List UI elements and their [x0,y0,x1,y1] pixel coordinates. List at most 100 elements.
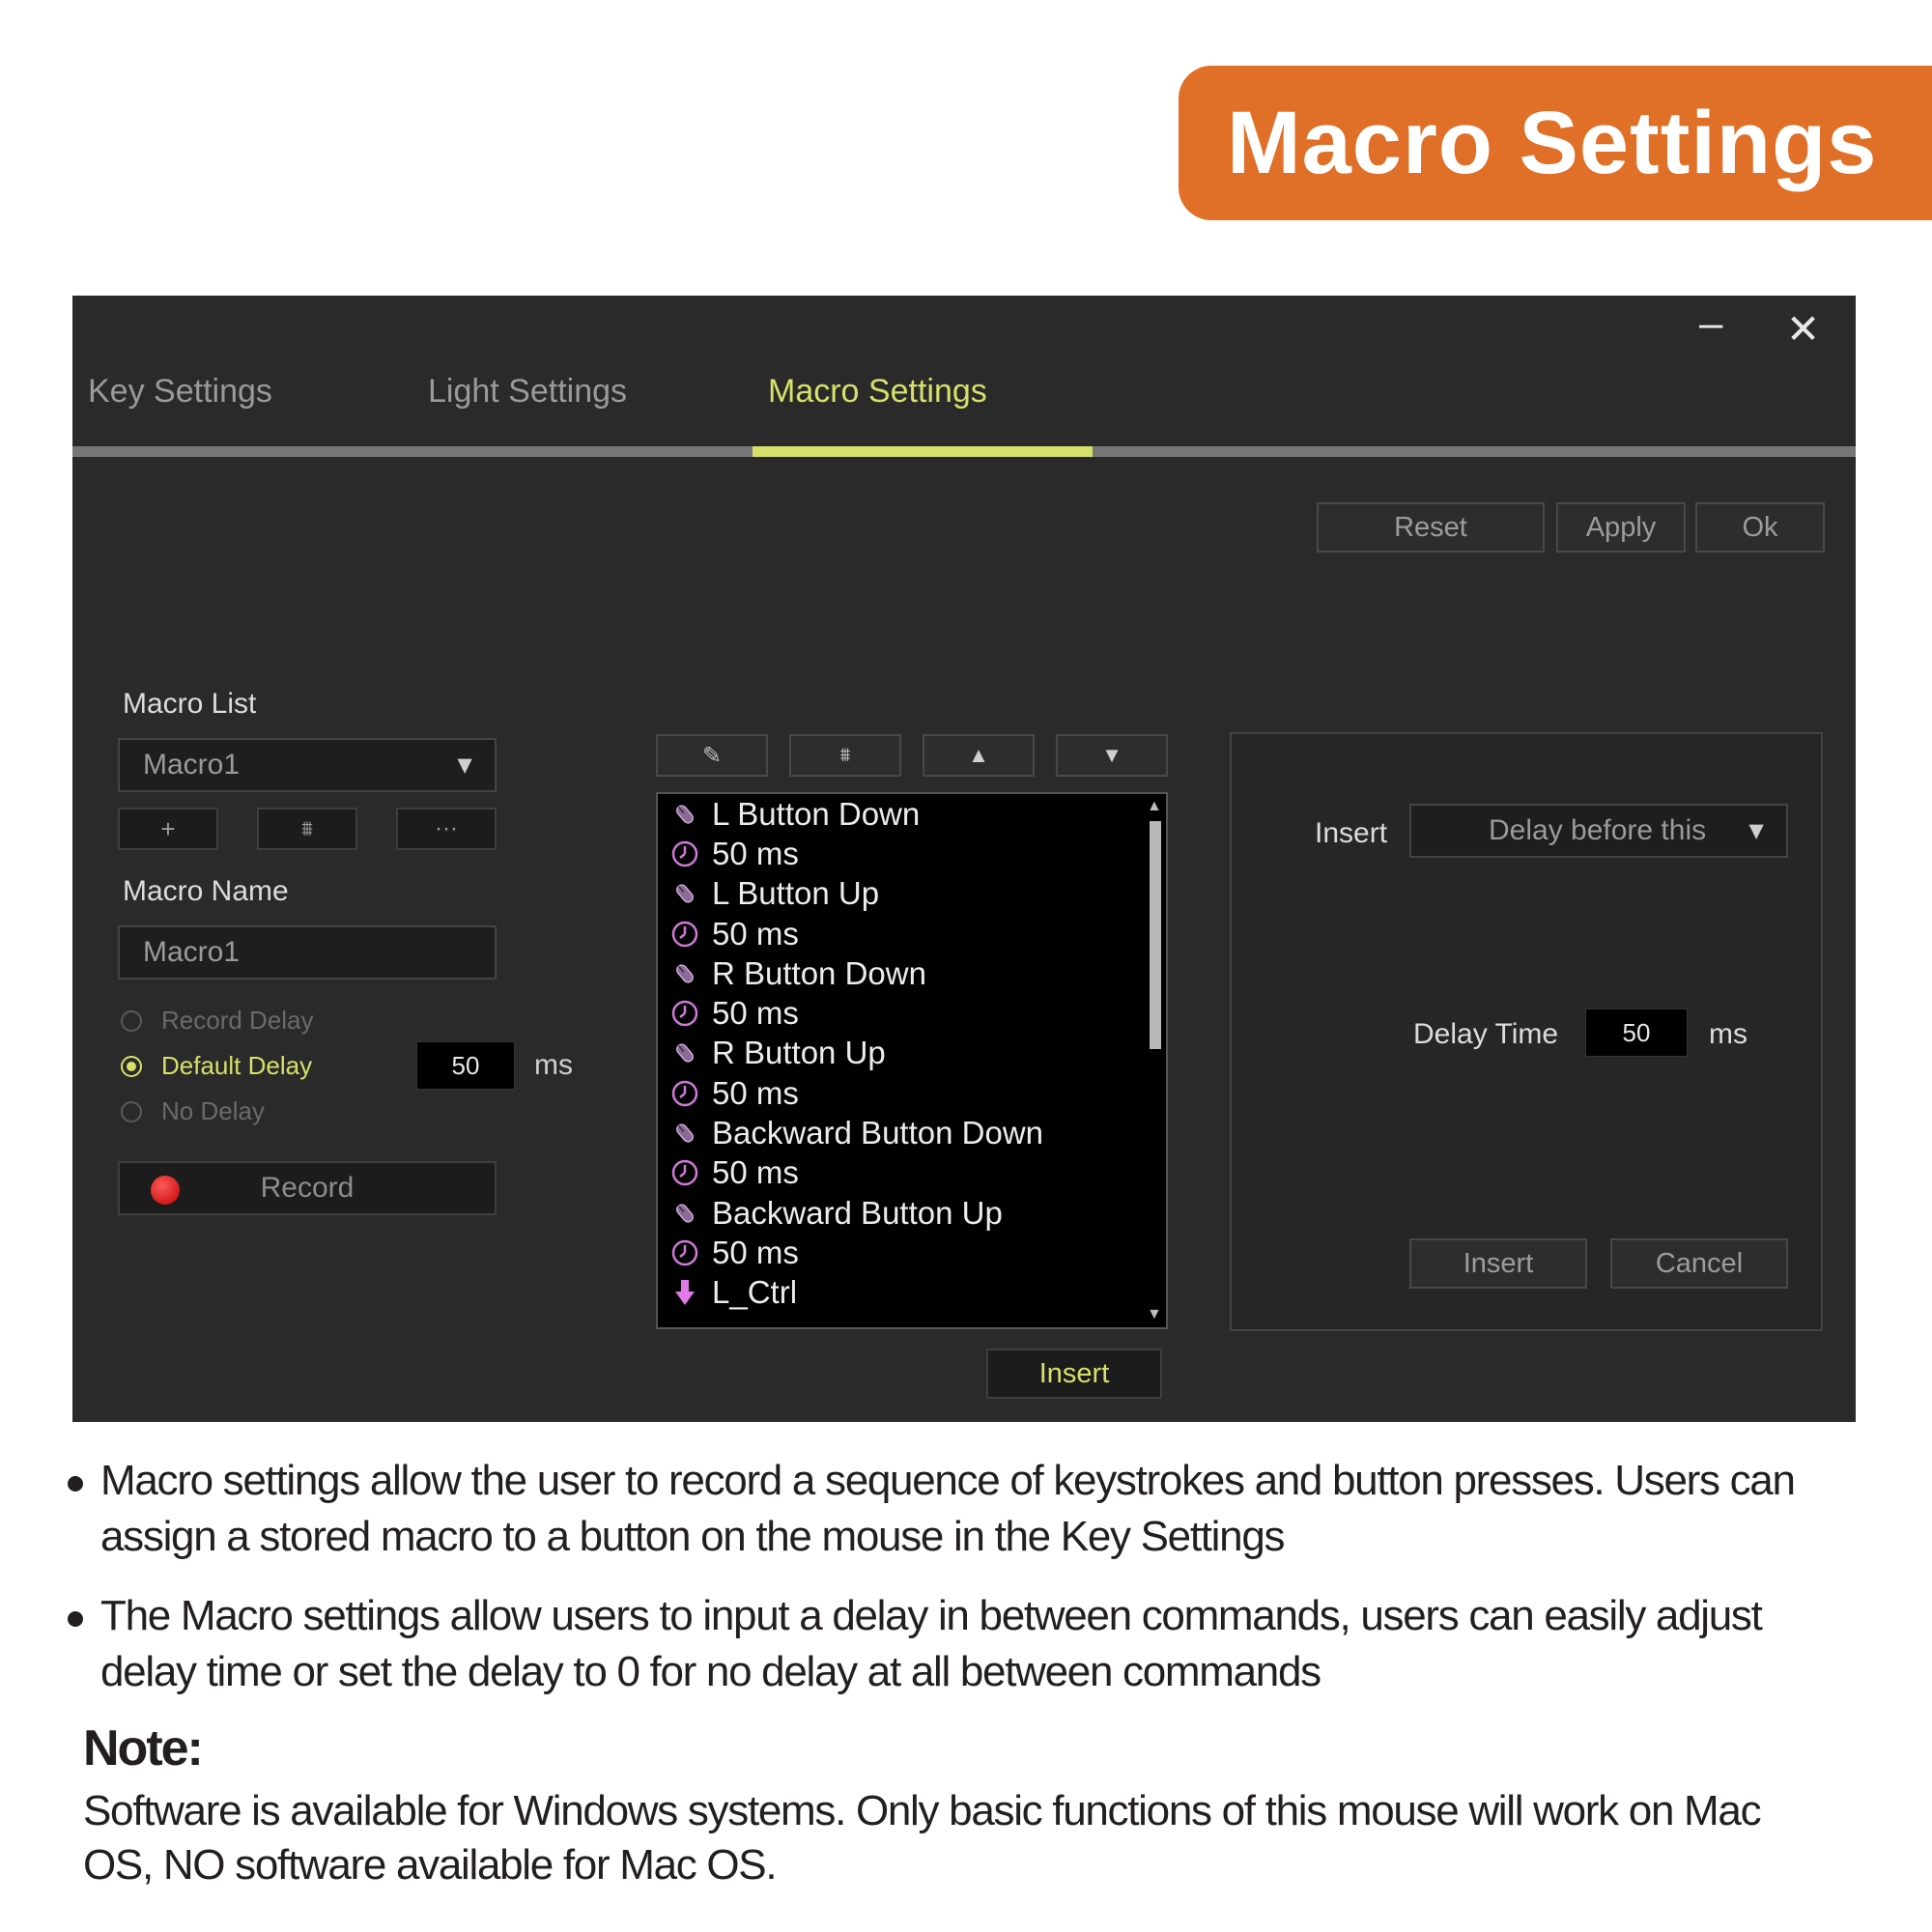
list-item-text: 50 ms [712,1074,799,1111]
record-button[interactable]: Record [118,1161,497,1215]
radio-label: Record Delay [161,1006,314,1035]
radio-no-delay[interactable]: No Delay [121,1096,265,1126]
trash-icon: ⩩ [301,816,313,840]
clock-icon [669,838,700,869]
reset-button[interactable]: Reset [1317,502,1545,553]
bullet-dot [68,1476,83,1492]
bullet-2-line-2: delay time or set the delay to 0 for no … [100,1648,1321,1695]
tab-macro-settings[interactable]: Macro Settings [768,373,987,411]
bullet-dot [68,1611,83,1627]
minimize-button[interactable]: – [1699,302,1722,345]
note-title: Note: [83,1720,204,1776]
radio-label: Default Delay [161,1051,313,1080]
list-item[interactable]: 50 ms [658,1153,1166,1193]
macro-name-value: Macro1 [143,936,241,968]
arrow-down-icon: ▼ [1101,743,1122,767]
macro-name-input[interactable]: Macro1 [118,925,497,980]
clock-icon [669,1237,700,1268]
radio-dot [121,1055,142,1077]
radio-label: No Delay [161,1096,265,1125]
list-item-text: R Button Down [712,954,926,991]
arrow-up-icon: ▲ [968,743,989,767]
mouse-icon [669,958,700,989]
list-item[interactable]: 50 ms [658,1073,1166,1113]
scroll-down-icon[interactable]: ▼ [1147,1306,1162,1323]
list-item-text: R Button Up [712,1035,886,1071]
record-dot-icon [151,1176,180,1205]
macro-list-label: Macro List [123,688,257,720]
list-item[interactable]: Backward Button Down [658,1113,1166,1152]
app-window: – ✕ Key Settings Light Settings Macro Se… [72,296,1856,1422]
radio-default-delay[interactable]: Default Delay [121,1051,312,1081]
ok-button[interactable]: Ok [1695,502,1825,553]
insert-label: Insert [1315,817,1388,849]
scroll-up-icon[interactable]: ▲ [1147,798,1162,815]
clock-icon [669,1078,700,1109]
list-item-text: 50 ms [712,915,799,952]
list-item-text: Backward Button Up [712,1194,1003,1231]
chevron-down-icon: ▼ [1744,815,1769,845]
insert-mode-selected: Delay before this [1489,814,1707,846]
list-item[interactable]: 50 ms [658,1233,1166,1272]
edit-event-button[interactable]: ✎ [656,734,768,777]
active-tab-indicator [753,446,1093,457]
radio-dot [121,1100,142,1122]
panel-insert-button[interactable]: Insert [1409,1238,1587,1289]
bullet-1-line-2: assign a stored macro to a button on the… [100,1513,1286,1560]
radio-record-delay[interactable]: Record Delay [121,1006,314,1036]
pencil-icon: ✎ [701,742,723,769]
clock-icon [669,1157,700,1188]
trash-icon: ⩩ [839,744,851,766]
list-item[interactable]: L Button Down [658,794,1166,834]
more-options-button[interactable]: ··· [396,808,497,850]
list-item[interactable]: Backward Button Up [658,1193,1166,1233]
scroll-thumb[interactable] [1150,821,1161,1049]
list-item-text: L Button Up [712,875,880,912]
list-item[interactable]: L Button Up [658,874,1166,914]
move-down-button[interactable]: ▼ [1056,734,1168,777]
mouse-icon [669,799,700,830]
add-macro-button[interactable]: + [118,808,218,850]
list-item-text: 50 ms [712,1154,799,1191]
bullet-2-line-1: The Macro settings allow users to input … [100,1592,1763,1639]
delay-time-input[interactable]: 50 [1585,1009,1688,1057]
insert-event-button[interactable]: Insert [986,1349,1162,1399]
clock-icon [669,998,700,1029]
macro-list-dropdown[interactable]: Macro1 ▼ [118,738,497,792]
default-delay-input[interactable]: 50 [416,1041,515,1090]
clock-icon [669,919,700,950]
bullet-1-line-1: Macro settings allow the user to record … [100,1457,1796,1504]
list-scrollbar[interactable]: ▲ ▼ [1143,794,1166,1327]
macro-event-list[interactable]: L Button Down 50 ms L Button Up 50 ms R Butt… [656,792,1168,1329]
list-item-text: Backward Button Down [712,1115,1044,1151]
event-rows: L Button Down 50 ms L Button Up 50 ms R Butt… [658,794,1166,1313]
delete-event-button[interactable]: ⩩ [789,734,901,777]
move-up-button[interactable]: ▲ [923,734,1035,777]
note-line-1: Software is available for Windows system… [83,1787,1762,1834]
tab-light-settings[interactable]: Light Settings [428,373,627,411]
list-item[interactable]: 50 ms [658,834,1166,873]
list-item-text: 50 ms [712,1234,799,1270]
chevron-down-icon: ▼ [452,750,477,780]
list-item[interactable]: R Button Down [658,953,1166,993]
list-item-text: 50 ms [712,995,799,1032]
delay-time-label: Delay Time [1413,1018,1559,1050]
close-button[interactable]: ✕ [1786,309,1820,350]
delete-macro-button[interactable]: ⩩ [257,808,357,850]
page-banner: Macro Settings [1179,66,1932,220]
list-item[interactable]: L_Ctrl [658,1273,1166,1313]
apply-button[interactable]: Apply [1556,502,1686,553]
mouse-icon [669,1118,700,1149]
mouse-icon [669,1037,700,1068]
list-item[interactable]: 50 ms [658,993,1166,1033]
macro-name-label: Macro Name [123,875,289,907]
panel-cancel-button[interactable]: Cancel [1610,1238,1788,1289]
key-down-icon [669,1277,700,1308]
list-item[interactable]: R Button Up [658,1034,1166,1073]
mouse-icon [669,878,700,909]
tab-key-settings[interactable]: Key Settings [88,373,272,411]
insert-mode-dropdown[interactable]: Delay before this ▼ [1409,804,1788,858]
list-item[interactable]: 50 ms [658,914,1166,953]
banner-title: Macro Settings [1227,93,1878,192]
radio-dot [121,1009,142,1032]
